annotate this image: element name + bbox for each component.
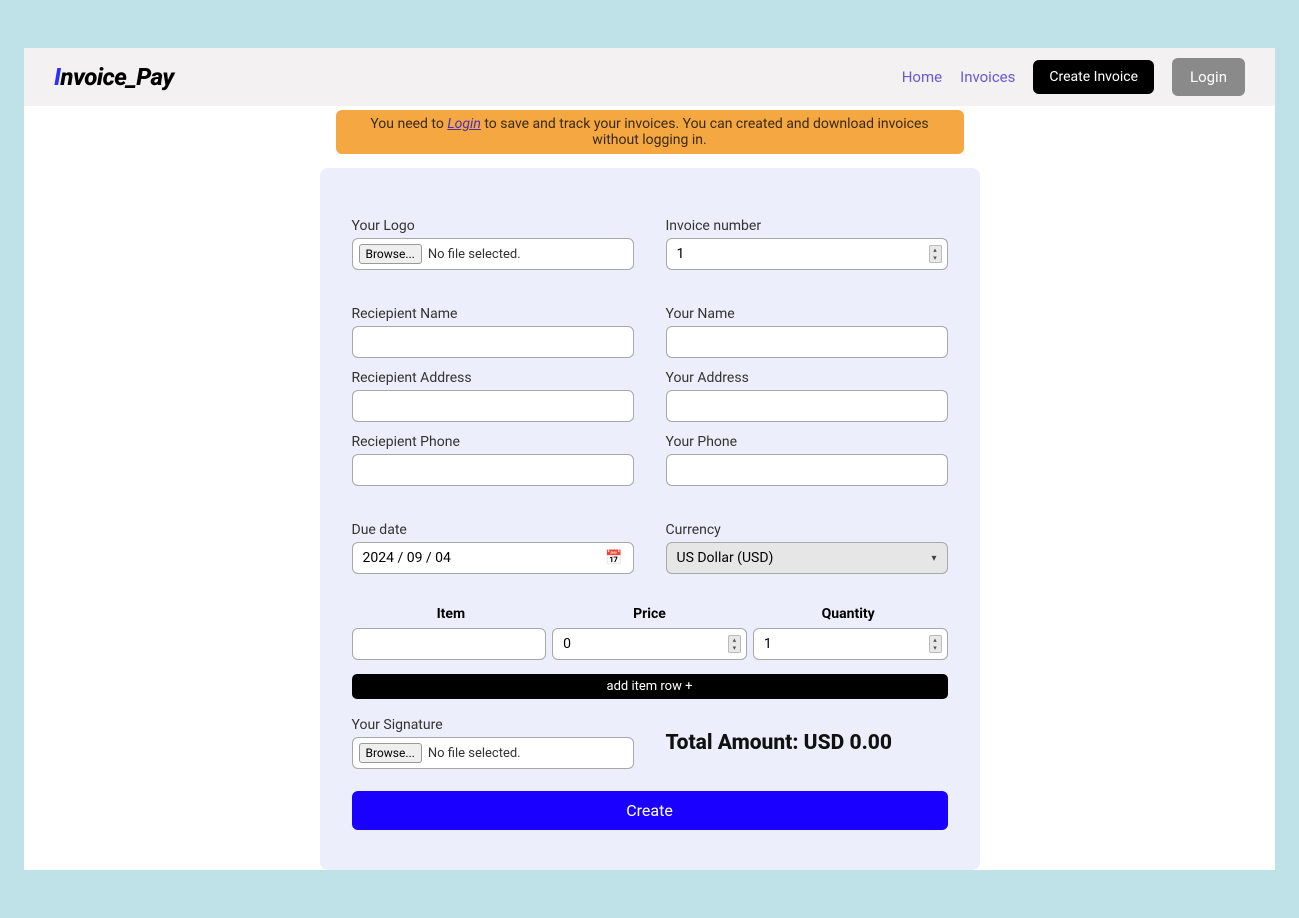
create-button[interactable]: Create: [352, 791, 948, 830]
your-phone-input[interactable]: [666, 454, 948, 486]
due-date-input[interactable]: 2024 / 09 / 04 📅: [352, 542, 634, 574]
signature-file-status: No file selected.: [428, 746, 521, 761]
calendar-icon[interactable]: 📅: [605, 550, 622, 566]
add-item-row-button[interactable]: add item row +: [352, 674, 948, 699]
recipient-address-label: Reciepient Address: [352, 370, 634, 386]
create-invoice-button[interactable]: Create Invoice: [1033, 60, 1154, 94]
navbar: Invoice_Pay Home Invoices Create Invoice…: [24, 48, 1275, 106]
total-amount: Total Amount: USD 0.00: [666, 717, 948, 755]
recipient-address-input[interactable]: [352, 390, 634, 422]
item-price-input[interactable]: [552, 628, 747, 660]
logo-browse-button[interactable]: Browse...: [359, 244, 422, 264]
currency-label: Currency: [666, 522, 948, 538]
your-name-input[interactable]: [666, 326, 948, 358]
brand-rest: nvoice_Pay: [60, 63, 173, 91]
your-address-label: Your Address: [666, 370, 948, 386]
nav-right: Home Invoices Create Invoice Login: [902, 58, 1245, 96]
recipient-name-label: Reciepient Name: [352, 306, 634, 322]
due-date-label: Due date: [352, 522, 634, 538]
app-frame: Invoice_Pay Home Invoices Create Invoice…: [24, 48, 1275, 870]
item-name-input[interactable]: [352, 628, 547, 660]
number-spinner-icon[interactable]: ▴▾: [728, 635, 741, 653]
invoice-form: Your Logo Browse... No file selected. In…: [320, 168, 980, 870]
your-address-input[interactable]: [666, 390, 948, 422]
invoice-number-input[interactable]: [666, 238, 948, 270]
login-button[interactable]: Login: [1172, 58, 1245, 96]
due-date-value: 2024 / 09 / 04: [363, 550, 451, 566]
alert-after: to save and track your invoices. You can…: [481, 116, 929, 148]
item-quantity-input[interactable]: [753, 628, 948, 660]
quantity-header: Quantity: [749, 602, 948, 626]
your-phone-label: Your Phone: [666, 434, 948, 450]
login-alert: You need to Login to save and track your…: [336, 110, 964, 154]
item-header: Item: [352, 602, 551, 626]
logo-file-input[interactable]: Browse... No file selected.: [352, 238, 634, 270]
signature-browse-button[interactable]: Browse...: [359, 743, 422, 763]
your-signature-label: Your Signature: [352, 717, 634, 733]
logo-file-status: No file selected.: [428, 247, 521, 262]
recipient-name-input[interactable]: [352, 326, 634, 358]
signature-file-input[interactable]: Browse... No file selected.: [352, 737, 634, 769]
recipient-phone-label: Reciepient Phone: [352, 434, 634, 450]
currency-select[interactable]: US Dollar (USD) ▾: [666, 542, 948, 574]
your-name-label: Your Name: [666, 306, 948, 322]
chevron-down-icon: ▾: [931, 553, 936, 564]
nav-home[interactable]: Home: [902, 68, 942, 86]
alert-login-link[interactable]: Login: [447, 116, 481, 132]
number-spinner-icon[interactable]: ▴▾: [929, 635, 942, 653]
price-header: Price: [550, 602, 749, 626]
item-row: ▴▾ ▴▾: [352, 628, 948, 660]
alert-before: You need to: [370, 116, 447, 132]
your-logo-label: Your Logo: [352, 218, 634, 234]
recipient-phone-input[interactable]: [352, 454, 634, 486]
invoice-number-label: Invoice number: [666, 218, 948, 234]
nav-invoices[interactable]: Invoices: [960, 68, 1015, 86]
brand-logo[interactable]: Invoice_Pay: [54, 63, 174, 91]
items-header: Item Price Quantity: [352, 602, 948, 626]
number-spinner-icon[interactable]: ▴▾: [929, 245, 942, 263]
currency-value: US Dollar (USD): [677, 550, 774, 566]
